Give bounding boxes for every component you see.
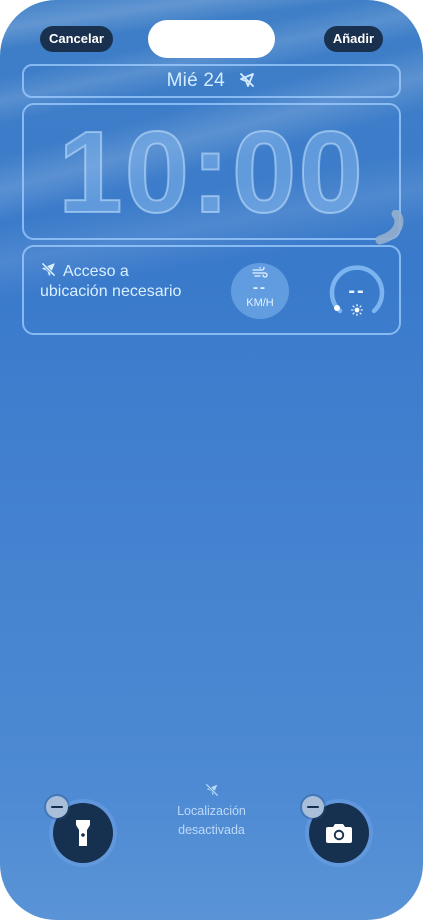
date-label-row: Mié 24 (24, 66, 399, 96)
sun-icon (351, 304, 363, 316)
remove-camera-button[interactable] (302, 796, 324, 818)
wind-value: -- (253, 279, 267, 296)
remove-flashlight-button[interactable] (46, 796, 68, 818)
add-button[interactable]: Añadir (323, 26, 383, 52)
cancel-button[interactable]: Cancelar (40, 26, 113, 52)
location-status: Localización desactivada (150, 782, 273, 840)
location-widget[interactable]: Acceso a ubicación necesario (40, 261, 190, 302)
clock-frame[interactable]: 10:00 (22, 103, 401, 240)
location-status-label: Localización desactivada (177, 804, 246, 837)
wind-widget[interactable]: -- KM/H (231, 263, 289, 319)
location-off-icon (240, 73, 255, 87)
flashlight-icon (76, 820, 90, 846)
date-label: Mié 24 (166, 70, 225, 91)
camera-icon (326, 824, 352, 843)
resize-handle-icon[interactable] (374, 210, 404, 246)
wind-icon (252, 267, 268, 278)
lock-screen-editor: Cancelar Añadir Mié 24 10:00 Acceso a ub… (0, 0, 423, 920)
location-off-icon (41, 262, 56, 277)
widgets-frame[interactable]: Acceso a ubicación necesario -- KM/H -- (22, 245, 401, 335)
uv-value: -- (348, 280, 366, 302)
uv-widget[interactable]: -- (328, 263, 386, 321)
dynamic-island (148, 20, 275, 58)
date-widget[interactable]: Mié 24 (22, 64, 401, 98)
wind-unit: KM/H (246, 297, 274, 309)
location-widget-label: Acceso a ubicación necesario (40, 263, 182, 300)
location-off-icon (204, 783, 219, 797)
clock-time: 10:00 (57, 106, 365, 238)
